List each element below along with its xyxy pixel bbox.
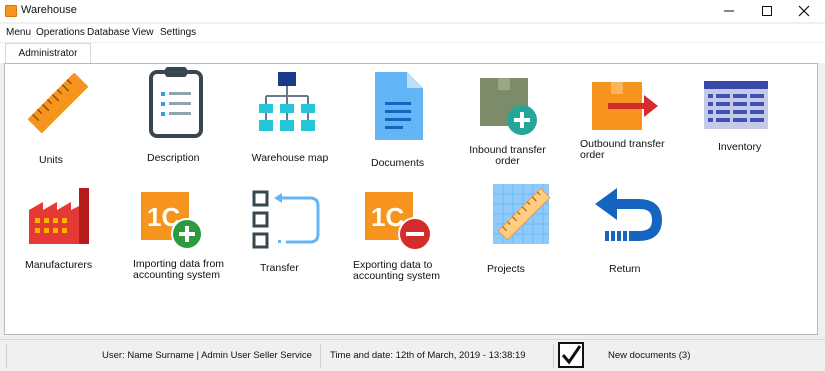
status-user: User: Name Surname | Admin User Seller S… [102,350,312,361]
checklist-arrow-icon [252,190,320,249]
tile-label: Return [609,263,641,275]
tile-inbound-transfer-order[interactable]: Inbound transfer order [460,76,555,176]
tile-exporting-data[interactable]: 1C Exporting data to accounting system [345,190,455,300]
tile-manufacturers[interactable]: Manufacturers [15,182,115,282]
status-bar: User: Name Surname | Admin User Seller S… [0,339,825,371]
tile-warehouse-map[interactable]: Warehouse map [250,70,330,180]
minimize-icon [724,10,734,12]
app-window: Warehouse Menu Operations Database View … [0,0,825,371]
close-icon [798,5,810,17]
menu-item-menu[interactable]: Menu [6,27,31,38]
tile-label: Manufacturers [25,259,93,271]
box-arrow-icon [592,82,658,130]
status-datetime: Time and date: 12th of March, 2019 - 13:… [330,350,526,361]
return-arrow-icon [595,188,663,241]
new-documents-checkbox[interactable] [558,342,584,368]
tab-administrator[interactable]: Administrator [5,43,91,63]
menu-item-operations[interactable]: Operations [36,27,85,38]
tile-return[interactable]: Return [587,186,667,286]
tile-inventory[interactable]: Inventory [695,76,785,166]
tile-label: Units [39,154,63,166]
status-divider [553,344,554,368]
factory-icon [29,188,89,244]
tile-documents[interactable]: Documents [365,70,445,170]
blueprint-ruler-icon [493,184,551,244]
checkmark-icon [561,345,582,365]
hierarchy-icon [259,72,315,131]
tile-label: Exporting data to accounting system [353,259,440,282]
maximize-button[interactable] [752,0,782,22]
tile-label: Warehouse map [251,152,329,164]
tile-outbound-transfer-order[interactable]: Outbound transfer order [572,76,672,176]
tile-transfer[interactable]: Transfer [240,188,330,288]
document-icon [375,72,423,140]
minimize-button[interactable] [714,0,744,22]
tile-label: Outbound transfer order [580,138,665,161]
tile-projects[interactable]: Projects [475,182,565,282]
tile-label: Inbound transfer order [469,144,546,167]
ruler-icon [28,73,88,133]
maximize-icon [762,6,772,16]
clipboard-icon [149,67,203,138]
status-new-documents[interactable]: New documents (3) [608,350,690,361]
tile-label: Inventory [718,141,762,153]
menu-item-settings[interactable]: Settings [160,27,196,38]
window-title: Warehouse [21,4,77,16]
1c-export-icon: 1C [365,192,432,251]
tile-label: Description [147,152,200,164]
close-button[interactable] [789,0,819,22]
app-logo-icon [5,5,17,17]
tile-label: Projects [487,263,525,275]
tab-strip: Administrator [0,43,825,63]
menu-item-database[interactable]: Database [87,27,130,38]
title-bar: Warehouse [0,0,825,22]
tile-units[interactable]: Units [15,68,105,168]
status-divider [6,344,7,368]
tile-label: Importing data from accounting system [133,258,225,281]
box-add-icon [480,78,537,135]
tile-importing-data[interactable]: 1C Importing data from accounting system [125,190,225,300]
status-divider [320,344,321,368]
tile-panel: Units Description Warehouse map Document… [4,63,818,335]
menu-bar: Menu Operations Database View Settings [0,24,825,42]
table-icon [704,81,768,129]
menu-item-view[interactable]: View [132,27,154,38]
1c-import-icon: 1C [141,192,203,250]
tile-label: Transfer [260,262,299,274]
tile-description[interactable]: Description [135,66,225,166]
tile-label: Documents [371,157,425,169]
